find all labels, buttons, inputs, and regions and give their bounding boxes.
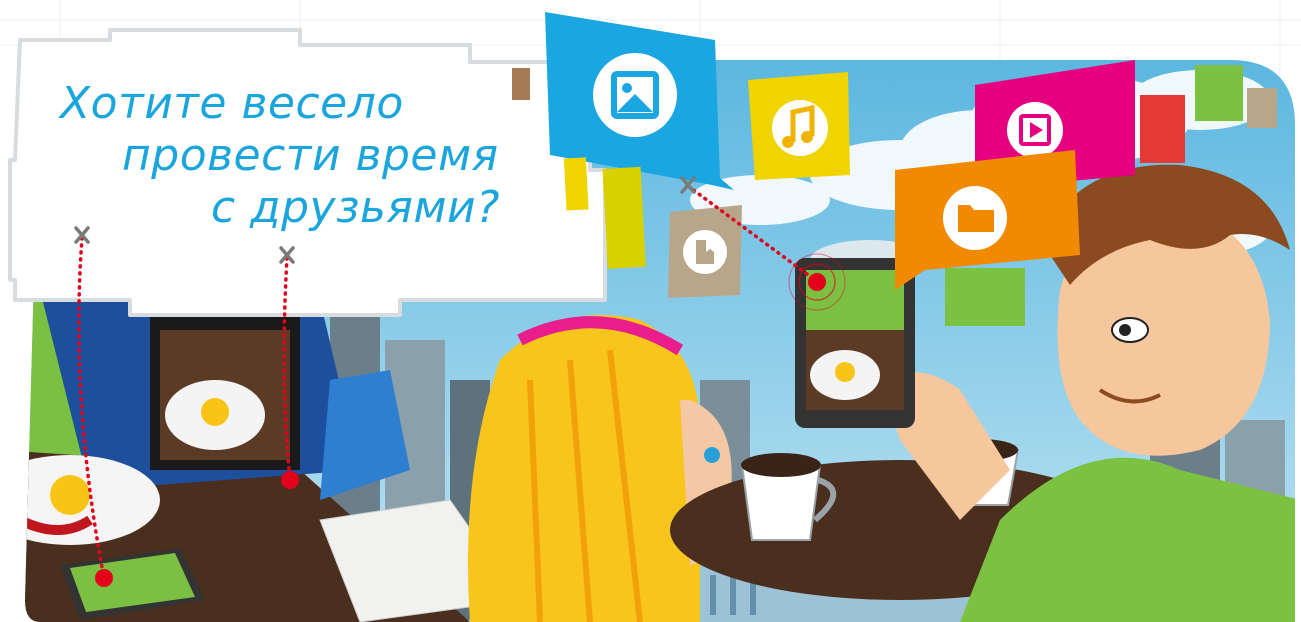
book-icon — [696, 240, 714, 264]
headline-line-1: Хотите весело — [60, 78, 404, 129]
headline-line-3: с друзьями? — [211, 182, 501, 233]
headline-line-2: провести время — [122, 130, 499, 181]
music-tile — [748, 72, 850, 180]
headline: Хотите весело провести время с друзьями? — [60, 78, 530, 234]
